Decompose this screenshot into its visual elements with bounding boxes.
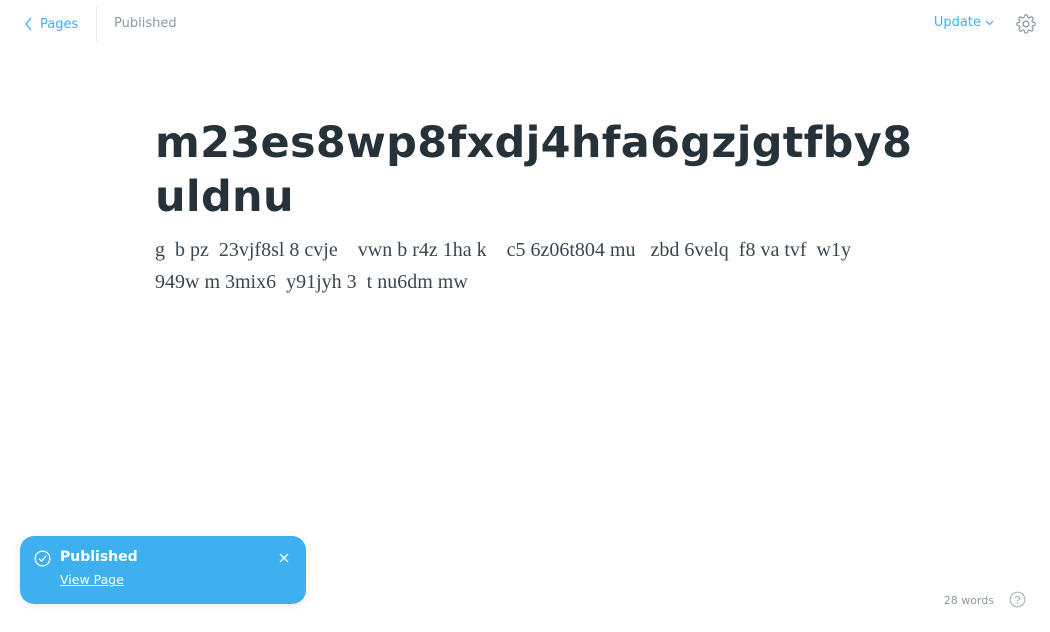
update-label: Update <box>933 15 981 30</box>
update-button[interactable]: Update <box>934 15 994 30</box>
settings-button[interactable] <box>1016 14 1036 34</box>
editor-header: Pages Published Update <box>0 0 1050 48</box>
post-status: Published <box>114 16 177 31</box>
published-notification: Published View Page <box>20 536 306 604</box>
back-to-pages-link[interactable]: Pages <box>24 14 78 34</box>
close-icon[interactable] <box>278 552 290 564</box>
view-page-link[interactable]: View Page <box>60 572 124 587</box>
back-label: Pages <box>40 16 79 32</box>
chevron-left-icon <box>25 17 32 31</box>
chevron-down-icon <box>985 20 994 26</box>
header-divider <box>96 6 97 42</box>
help-button[interactable] <box>1009 591 1026 608</box>
question-circle-icon <box>1009 591 1026 608</box>
notification-title: Published <box>60 549 138 565</box>
page-body-editor[interactable]: g b pz 23vjf8sl 8 cvje vwn b r4z 1ha k c… <box>155 234 875 298</box>
word-count: 28 words <box>943 594 994 607</box>
page-title-input[interactable]: m23es8wp8fxdj4hfa6gzjgtfby8uldnu <box>155 116 915 224</box>
check-circle-icon <box>34 550 51 567</box>
gear-icon <box>1016 14 1036 34</box>
editor-content: m23es8wp8fxdj4hfa6gzjgtfby8uldnu g b pz … <box>155 116 915 298</box>
